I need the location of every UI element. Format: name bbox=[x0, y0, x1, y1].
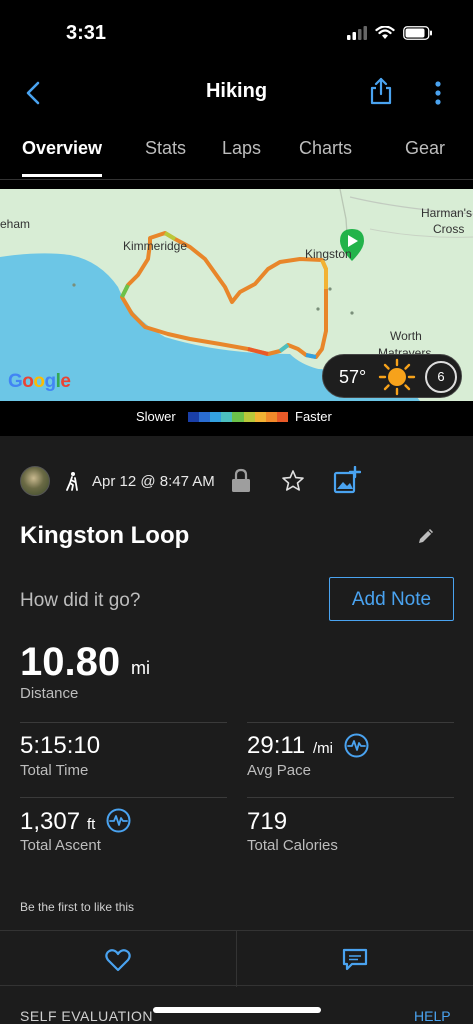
performance-pulse-icon[interactable] bbox=[344, 733, 369, 758]
avg-pace-label: Avg Pace bbox=[247, 762, 311, 779]
route-map[interactable]: eham Kimmeridge Kingston Harman's Cross … bbox=[0, 189, 473, 401]
google-logo: Google bbox=[8, 371, 71, 392]
wind-indicator: 6 bbox=[425, 361, 457, 393]
share-icon[interactable] bbox=[368, 76, 394, 106]
distance-label: Distance bbox=[20, 685, 79, 702]
battery-icon bbox=[403, 26, 432, 40]
legend-color-swatch bbox=[232, 412, 244, 422]
add-note-button[interactable]: Add Note bbox=[329, 577, 454, 621]
map-label-eham: eham bbox=[0, 217, 31, 231]
total-ascent-label: Total Ascent bbox=[20, 837, 101, 854]
map-label-cross: Cross bbox=[433, 222, 465, 236]
distance-value: 10.80 bbox=[20, 640, 121, 684]
comment-icon[interactable] bbox=[341, 947, 369, 973]
legend-slower-label: Slower bbox=[136, 409, 176, 424]
tab-laps[interactable]: Laps bbox=[222, 138, 261, 159]
legend-color-swatch bbox=[199, 412, 211, 422]
map-label-harmans: Harman's bbox=[421, 206, 472, 220]
divider bbox=[247, 797, 454, 798]
temperature: 57° bbox=[339, 367, 367, 387]
tab-charts[interactable]: Charts bbox=[299, 138, 352, 159]
avatar[interactable] bbox=[20, 466, 50, 496]
total-time-value: 5:15:10 bbox=[20, 732, 101, 759]
weather-badge[interactable]: 57° 6 bbox=[322, 354, 462, 398]
like-heart-icon[interactable] bbox=[104, 947, 132, 973]
active-tab-indicator bbox=[22, 174, 102, 177]
divider bbox=[236, 931, 237, 987]
legend-color-swatch bbox=[276, 412, 288, 422]
divider bbox=[20, 722, 227, 723]
self-evaluation-header: SELF EVALUATION bbox=[20, 1008, 154, 1024]
legend-color-swatch bbox=[265, 412, 277, 422]
page-title: Hiking bbox=[205, 80, 268, 102]
status-icons bbox=[347, 26, 433, 40]
total-ascent-value: 1,307 bbox=[20, 808, 81, 835]
map-label-worth: Worth bbox=[390, 329, 422, 343]
total-calories-label: Total Calories bbox=[247, 837, 338, 854]
add-photo-icon[interactable] bbox=[333, 466, 361, 494]
map-label-kingston: Kingston bbox=[305, 247, 352, 261]
legend-color-bar bbox=[188, 412, 288, 422]
legend-faster-label: Faster bbox=[295, 409, 332, 424]
pace-legend: Slower Faster bbox=[0, 408, 473, 428]
total-ascent-unit: ft bbox=[87, 816, 96, 833]
how-did-it-go-prompt: How did it go? bbox=[20, 590, 141, 611]
tab-bar: Overview Stats Laps Charts Gear bbox=[0, 120, 473, 180]
legend-color-swatch bbox=[254, 412, 266, 422]
activity-date: Apr 12 @ 8:47 AM bbox=[92, 473, 215, 490]
status-time: 3:31 bbox=[66, 22, 107, 44]
edit-pencil-icon[interactable] bbox=[416, 526, 436, 546]
legend-color-swatch bbox=[221, 412, 233, 422]
star-icon[interactable] bbox=[281, 469, 305, 493]
home-indicator[interactable] bbox=[153, 1007, 321, 1013]
divider bbox=[247, 722, 454, 723]
nav-bar: Hiking bbox=[0, 72, 473, 118]
map-label-kimmeridge: Kimmeridge bbox=[123, 239, 188, 253]
more-options-icon[interactable] bbox=[430, 78, 446, 108]
likes-text: Be the first to like this bbox=[20, 900, 135, 914]
sun-icon bbox=[378, 358, 416, 396]
distance-unit: mi bbox=[131, 658, 150, 678]
legend-color-swatch bbox=[243, 412, 255, 422]
activity-meta-row: Apr 12 @ 8:47 AM bbox=[20, 466, 460, 498]
avg-pace-unit: /mi bbox=[313, 740, 333, 757]
performance-pulse-icon[interactable] bbox=[106, 808, 131, 833]
hiking-icon bbox=[66, 472, 78, 491]
avg-pace-value: 29:11 bbox=[247, 732, 306, 759]
social-action-bar bbox=[0, 930, 473, 987]
tab-gear[interactable]: Gear bbox=[405, 138, 445, 159]
wifi-icon bbox=[375, 26, 395, 39]
tab-stats[interactable]: Stats bbox=[145, 138, 186, 159]
total-calories-value: 719 bbox=[247, 808, 288, 835]
signal-icon bbox=[347, 26, 367, 40]
tab-overview[interactable]: Overview bbox=[22, 138, 102, 159]
help-link[interactable]: HELP bbox=[414, 1008, 451, 1024]
lock-icon[interactable] bbox=[230, 468, 252, 494]
activity-title: Kingston Loop bbox=[20, 522, 190, 549]
legend-color-swatch bbox=[188, 412, 200, 422]
status-bar: 3:31 bbox=[0, 0, 473, 72]
wind-speed: 6 bbox=[437, 369, 445, 384]
divider bbox=[20, 797, 227, 798]
activity-card: Apr 12 @ 8:47 AM Kingston Loop How did i… bbox=[0, 436, 473, 1024]
total-time-label: Total Time bbox=[20, 762, 89, 779]
legend-color-swatch bbox=[210, 412, 222, 422]
